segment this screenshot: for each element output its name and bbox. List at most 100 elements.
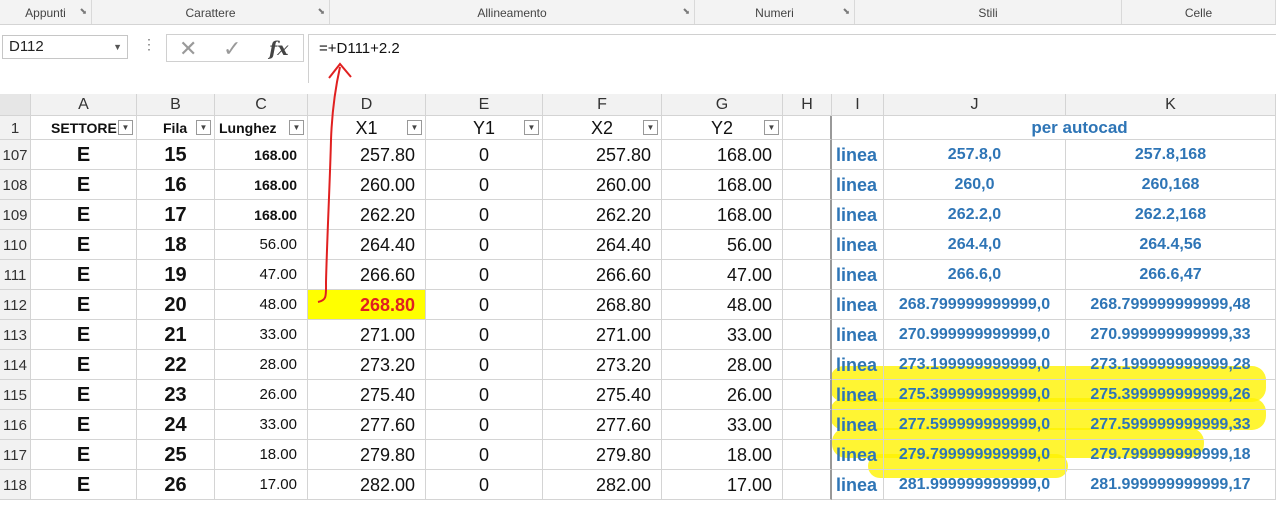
cell-y2[interactable]: 47.00: [662, 260, 783, 290]
select-all-corner[interactable]: [0, 94, 31, 116]
selected-cell[interactable]: 268.80: [308, 290, 426, 320]
row-header[interactable]: 118: [0, 470, 31, 500]
cell-fila[interactable]: 23: [137, 380, 215, 410]
cell-lunghezza[interactable]: 26.00: [215, 380, 308, 410]
filter-dropdown-icon[interactable]: ▼: [407, 120, 422, 135]
cell-linea[interactable]: linea: [832, 230, 884, 260]
filter-dropdown-icon[interactable]: ▼: [764, 120, 779, 135]
cell-settore[interactable]: E: [31, 350, 137, 380]
cell-autocad-end[interactable]: 264.4,56: [1066, 230, 1276, 260]
cell-settore[interactable]: E: [31, 140, 137, 170]
filter-dropdown-icon[interactable]: ▼: [289, 120, 304, 135]
cell-y2[interactable]: 33.00: [662, 410, 783, 440]
cell-y2[interactable]: 168.00: [662, 140, 783, 170]
cell-autocad-start[interactable]: 275.399999999999,0: [884, 380, 1066, 410]
cell-lunghezza[interactable]: 18.00: [215, 440, 308, 470]
cell-autocad-end[interactable]: 279.799999999999,18: [1066, 440, 1276, 470]
cell-lunghezza[interactable]: 33.00: [215, 410, 308, 440]
row-header[interactable]: 112: [0, 290, 31, 320]
cell-autocad-end[interactable]: 281.999999999999,17: [1066, 470, 1276, 500]
cell-linea[interactable]: linea: [832, 290, 884, 320]
cell-y1[interactable]: 0: [426, 170, 543, 200]
cell-settore[interactable]: E: [31, 470, 137, 500]
cell-lunghezza[interactable]: 56.00: [215, 230, 308, 260]
cell-settore[interactable]: E: [31, 410, 137, 440]
cell-lunghezza[interactable]: 33.00: [215, 320, 308, 350]
cell-x1[interactable]: 257.80: [308, 140, 426, 170]
cell-settore[interactable]: E: [31, 200, 137, 230]
column-header-d[interactable]: D: [308, 94, 426, 116]
cell-linea[interactable]: linea: [832, 200, 884, 230]
column-header-g[interactable]: G: [662, 94, 783, 116]
row-header[interactable]: 114: [0, 350, 31, 380]
cell-x1[interactable]: 260.00: [308, 170, 426, 200]
cell-fila[interactable]: 15: [137, 140, 215, 170]
cell-h[interactable]: [783, 440, 832, 470]
enter-icon[interactable]: ✓: [223, 36, 241, 62]
cell-h[interactable]: [783, 170, 832, 200]
cell-x2[interactable]: 273.20: [543, 350, 662, 380]
cell-y1[interactable]: 0: [426, 290, 543, 320]
cell-fila[interactable]: 24: [137, 410, 215, 440]
cell-autocad-start[interactable]: 273.199999999999,0: [884, 350, 1066, 380]
column-header-k[interactable]: K: [1066, 94, 1276, 116]
cell-y1[interactable]: 0: [426, 470, 543, 500]
cell-x1[interactable]: 277.60: [308, 410, 426, 440]
cell-autocad-end[interactable]: 268.799999999999,48: [1066, 290, 1276, 320]
cell-h[interactable]: [783, 380, 832, 410]
row-header[interactable]: 115: [0, 380, 31, 410]
cell-lunghezza[interactable]: 28.00: [215, 350, 308, 380]
cell-fila[interactable]: 21: [137, 320, 215, 350]
cell-x1[interactable]: 266.60: [308, 260, 426, 290]
cell-h[interactable]: [783, 320, 832, 350]
cell-fila[interactable]: 18: [137, 230, 215, 260]
cell-linea[interactable]: linea: [832, 410, 884, 440]
cell-autocad-start[interactable]: 279.799999999999,0: [884, 440, 1066, 470]
cell-fila[interactable]: 17: [137, 200, 215, 230]
cell-x2[interactable]: 264.40: [543, 230, 662, 260]
cell-y2[interactable]: 168.00: [662, 170, 783, 200]
cell-autocad-end[interactable]: 277.599999999999,33: [1066, 410, 1276, 440]
cell-y1[interactable]: 0: [426, 200, 543, 230]
row-header[interactable]: 111: [0, 260, 31, 290]
cell-linea[interactable]: linea: [832, 380, 884, 410]
cell-fila[interactable]: 25: [137, 440, 215, 470]
cell-autocad-start[interactable]: 264.4,0: [884, 230, 1066, 260]
cell-linea[interactable]: linea: [832, 140, 884, 170]
column-header-j[interactable]: J: [884, 94, 1066, 116]
cell-x2[interactable]: 277.60: [543, 410, 662, 440]
cell-autocad-end[interactable]: 266.6,47: [1066, 260, 1276, 290]
row-header[interactable]: 1: [0, 116, 31, 140]
row-header[interactable]: 113: [0, 320, 31, 350]
cell-h[interactable]: [783, 470, 832, 500]
cell-autocad-start[interactable]: 257.8,0: [884, 140, 1066, 170]
cell-autocad-end[interactable]: 270.999999999999,33: [1066, 320, 1276, 350]
cell-linea[interactable]: linea: [832, 440, 884, 470]
cell-y1[interactable]: 0: [426, 350, 543, 380]
cell-settore[interactable]: E: [31, 380, 137, 410]
cell-settore[interactable]: E: [31, 440, 137, 470]
cell-x1[interactable]: 271.00: [308, 320, 426, 350]
cell-fila[interactable]: 16: [137, 170, 215, 200]
cell-linea[interactable]: linea: [832, 260, 884, 290]
row-header[interactable]: 109: [0, 200, 31, 230]
cell-y1[interactable]: 0: [426, 380, 543, 410]
cell-y2[interactable]: 48.00: [662, 290, 783, 320]
column-header-a[interactable]: A: [31, 94, 137, 116]
name-box[interactable]: D112 ▼: [2, 35, 128, 59]
cell-lunghezza[interactable]: 168.00: [215, 140, 308, 170]
cell-linea[interactable]: linea: [832, 320, 884, 350]
cell-settore[interactable]: E: [31, 320, 137, 350]
cell-y2[interactable]: 56.00: [662, 230, 783, 260]
cell-h[interactable]: [783, 200, 832, 230]
cell-autocad-start[interactable]: 262.2,0: [884, 200, 1066, 230]
cell-x2[interactable]: 271.00: [543, 320, 662, 350]
cell-x2[interactable]: 268.80: [543, 290, 662, 320]
cell-fila[interactable]: 22: [137, 350, 215, 380]
cell-x2[interactable]: 282.00: [543, 470, 662, 500]
dialog-launcher-icon[interactable]: ⬊: [682, 5, 690, 17]
dialog-launcher-icon[interactable]: ⬊: [842, 5, 850, 17]
cell-autocad-end[interactable]: 260,168: [1066, 170, 1276, 200]
formula-input[interactable]: =+D111+2.2: [308, 34, 1276, 83]
column-header-h[interactable]: H: [783, 94, 832, 116]
